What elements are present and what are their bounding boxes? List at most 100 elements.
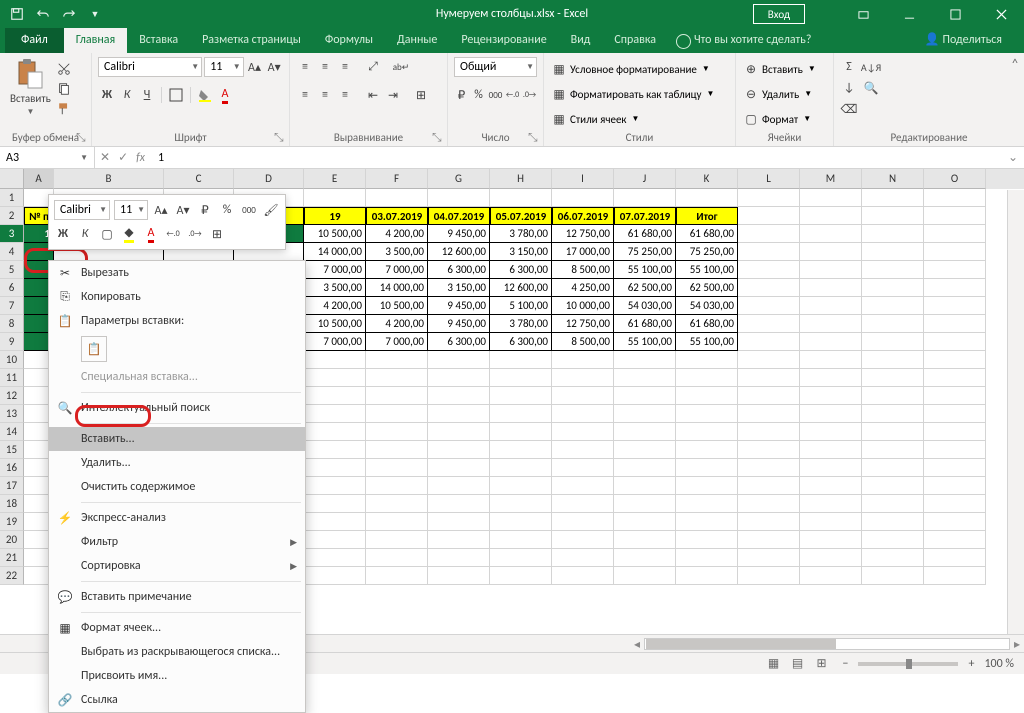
cell[interactable]: [862, 261, 924, 279]
cell[interactable]: 3 150,00: [428, 279, 490, 297]
cell[interactable]: 6 300,00: [428, 333, 490, 351]
maximize-icon[interactable]: [932, 0, 978, 28]
cell[interactable]: [304, 189, 366, 207]
delete-cells-button[interactable]: ⊖Удалить▼: [742, 83, 827, 105]
cell[interactable]: [552, 549, 614, 567]
share-button[interactable]: 👤 Поделиться: [913, 27, 1014, 53]
cell[interactable]: [366, 477, 428, 495]
cancel-icon[interactable]: ✕: [100, 150, 110, 165]
row-header-21[interactable]: 21: [0, 549, 24, 567]
expand-formula-icon[interactable]: ⌄: [1002, 150, 1024, 165]
cell[interactable]: [800, 387, 862, 405]
row-header-19[interactable]: 19: [0, 513, 24, 531]
cell[interactable]: [738, 405, 800, 423]
row-header-8[interactable]: 8: [0, 315, 24, 333]
number-dialog-icon[interactable]: ⤡: [528, 131, 540, 143]
col-header-H[interactable]: H: [490, 169, 552, 189]
tab-view[interactable]: Вид: [559, 28, 603, 53]
row-header-3[interactable]: 3: [0, 225, 24, 243]
cell[interactable]: [800, 351, 862, 369]
cell[interactable]: [366, 405, 428, 423]
cell[interactable]: 7 000,00: [304, 333, 366, 351]
col-header-N[interactable]: N: [862, 169, 924, 189]
cell[interactable]: [800, 423, 862, 441]
font-name-combo[interactable]: Calibri▼: [98, 57, 202, 77]
cell[interactable]: [304, 423, 366, 441]
cell[interactable]: [428, 495, 490, 513]
redo-icon[interactable]: [58, 3, 80, 25]
cell[interactable]: 7 000,00: [304, 261, 366, 279]
cell[interactable]: [490, 387, 552, 405]
cell[interactable]: [614, 441, 676, 459]
cell[interactable]: [490, 513, 552, 531]
cell[interactable]: [366, 495, 428, 513]
clipboard-dialog-icon[interactable]: ⤡: [76, 131, 88, 143]
cell[interactable]: 8 500,00: [552, 333, 614, 351]
cell[interactable]: [800, 207, 862, 225]
cell[interactable]: [490, 459, 552, 477]
cell[interactable]: [304, 531, 366, 549]
mini-accounting-icon[interactable]: ₽: [196, 201, 214, 219]
cell[interactable]: [552, 189, 614, 207]
cell[interactable]: [428, 189, 490, 207]
cell[interactable]: [614, 549, 676, 567]
cell[interactable]: [924, 495, 986, 513]
mini-format-painter-icon[interactable]: 🖌: [262, 201, 280, 219]
cell[interactable]: [862, 441, 924, 459]
decrease-font-icon[interactable]: A▾: [265, 58, 283, 76]
cell[interactable]: 12 600,00: [490, 279, 552, 297]
save-icon[interactable]: [6, 3, 28, 25]
row-header-18[interactable]: 18: [0, 495, 24, 513]
page-layout-icon[interactable]: ▤: [786, 655, 808, 673]
cell[interactable]: 10 000,00: [552, 297, 614, 315]
cell[interactable]: [428, 369, 490, 387]
cell[interactable]: [552, 369, 614, 387]
border-icon[interactable]: [167, 86, 185, 104]
cell[interactable]: [738, 567, 800, 585]
cell[interactable]: 6 300,00: [490, 333, 552, 351]
autosum-icon[interactable]: Σ: [840, 58, 858, 76]
cell[interactable]: [614, 387, 676, 405]
cell[interactable]: [304, 549, 366, 567]
mini-increase-decimal-icon[interactable]: .0→: [186, 225, 204, 243]
cell[interactable]: [924, 315, 986, 333]
cell[interactable]: [800, 333, 862, 351]
cell[interactable]: 9 450,00: [428, 297, 490, 315]
cell[interactable]: [924, 477, 986, 495]
cell[interactable]: [800, 297, 862, 315]
mini-font-color-icon[interactable]: А: [142, 225, 160, 243]
cell[interactable]: 07.07.2019: [614, 207, 676, 225]
mini-size-combo[interactable]: 11▼: [114, 200, 148, 220]
cell[interactable]: 6 300,00: [490, 261, 552, 279]
cell[interactable]: [800, 477, 862, 495]
cell[interactable]: [738, 423, 800, 441]
format-painter-icon[interactable]: [55, 100, 73, 118]
cell[interactable]: [800, 441, 862, 459]
copy-icon[interactable]: [55, 80, 73, 98]
increase-indent-icon[interactable]: ⇥: [384, 86, 402, 104]
row-header-4[interactable]: 4: [0, 243, 24, 261]
col-header-J[interactable]: J: [614, 169, 676, 189]
cell[interactable]: 7 000,00: [366, 333, 428, 351]
cell[interactable]: [428, 513, 490, 531]
cell[interactable]: [428, 459, 490, 477]
cell[interactable]: [924, 207, 986, 225]
cell[interactable]: [304, 387, 366, 405]
cell[interactable]: [800, 243, 862, 261]
cell[interactable]: [862, 369, 924, 387]
cell[interactable]: [924, 261, 986, 279]
close-icon[interactable]: [978, 0, 1024, 28]
cell[interactable]: 62 500,00: [676, 279, 738, 297]
cell[interactable]: [304, 369, 366, 387]
cell[interactable]: [676, 549, 738, 567]
cell[interactable]: [552, 567, 614, 585]
cell[interactable]: [800, 495, 862, 513]
paste-default-icon[interactable]: 📋: [81, 336, 107, 362]
cell[interactable]: [800, 315, 862, 333]
cell[interactable]: 55 100,00: [676, 333, 738, 351]
cell[interactable]: [366, 369, 428, 387]
cell[interactable]: [738, 369, 800, 387]
mini-fill-color-icon[interactable]: ◆: [120, 225, 138, 243]
align-bottom-icon[interactable]: ≡: [336, 58, 354, 76]
cell[interactable]: 9 450,00: [428, 225, 490, 243]
